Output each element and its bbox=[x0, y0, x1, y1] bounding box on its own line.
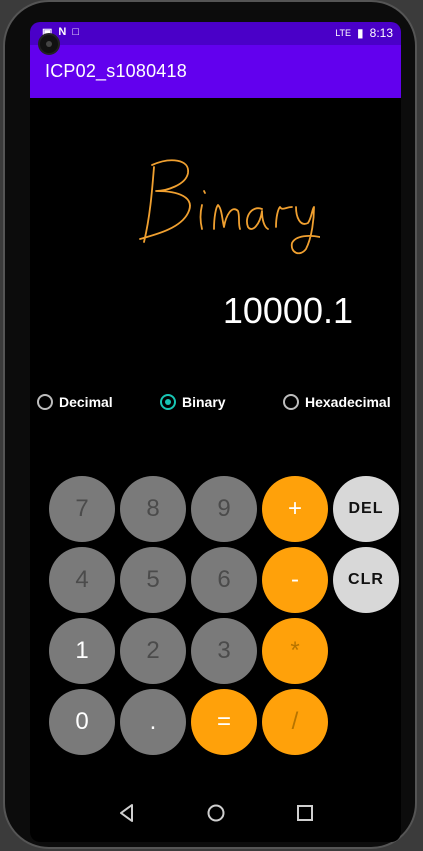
radio-button-icon bbox=[160, 394, 176, 410]
a-icon: □ bbox=[72, 26, 80, 38]
status-bar: ▣ N □ LTE ▮ 8:13 bbox=[30, 22, 401, 45]
radio-button-icon bbox=[283, 394, 299, 410]
key-4[interactable]: 4 bbox=[49, 547, 115, 613]
home-icon[interactable] bbox=[205, 802, 227, 824]
phone-frame: ▣ N □ LTE ▮ 8:13 ICP02_s1080418 1 bbox=[3, 0, 417, 849]
key-9[interactable]: 9 bbox=[191, 476, 257, 542]
battery-icon: ▮ bbox=[357, 26, 364, 40]
key-8[interactable]: 8 bbox=[120, 476, 186, 542]
key-0[interactable]: 0 bbox=[49, 689, 115, 755]
key-6[interactable]: 6 bbox=[191, 547, 257, 613]
navigation-bar bbox=[30, 784, 401, 842]
app-bar: ICP02_s1080418 bbox=[30, 45, 401, 98]
key-1[interactable]: 1 bbox=[49, 618, 115, 684]
key-multiply[interactable]: * bbox=[262, 618, 328, 684]
result-display: 10000.1 bbox=[222, 290, 353, 331]
key-divide[interactable]: / bbox=[262, 689, 328, 755]
recents-icon[interactable] bbox=[294, 802, 316, 824]
app-title: ICP02_s1080418 bbox=[45, 61, 187, 81]
key-decimal-point[interactable]: . bbox=[120, 689, 186, 755]
key-3[interactable]: 3 bbox=[191, 618, 257, 684]
key-5[interactable]: 5 bbox=[120, 547, 186, 613]
key-delete[interactable]: DEL bbox=[333, 476, 399, 542]
back-icon[interactable] bbox=[116, 802, 138, 824]
key-equals[interactable]: = bbox=[191, 689, 257, 755]
radio-hexadecimal[interactable]: Hexadecimal bbox=[283, 394, 391, 410]
status-time: 8:13 bbox=[369, 26, 393, 40]
radio-label: Decimal bbox=[59, 394, 113, 410]
signal-icon: LTE bbox=[335, 28, 352, 38]
radio-binary[interactable]: Binary bbox=[160, 394, 226, 410]
key-clear[interactable]: CLR bbox=[333, 547, 399, 613]
status-icons-right: LTE ▮ 8:13 bbox=[335, 26, 393, 40]
front-camera bbox=[38, 33, 60, 55]
key-minus[interactable]: - bbox=[262, 547, 328, 613]
radio-label: Binary bbox=[182, 394, 226, 410]
radio-label: Hexadecimal bbox=[305, 394, 391, 410]
key-plus[interactable]: + bbox=[262, 476, 328, 542]
binary-signature-image bbox=[139, 159, 320, 255]
screen: ▣ N □ LTE ▮ 8:13 ICP02_s1080418 1 bbox=[30, 22, 401, 842]
radio-button-icon bbox=[37, 394, 53, 410]
radio-decimal[interactable]: Decimal bbox=[37, 394, 113, 410]
n-icon: N bbox=[58, 26, 67, 38]
key-7[interactable]: 7 bbox=[49, 476, 115, 542]
key-2[interactable]: 2 bbox=[120, 618, 186, 684]
number-base-radio-group: Decimal Binary Hexadecimal bbox=[30, 394, 401, 418]
